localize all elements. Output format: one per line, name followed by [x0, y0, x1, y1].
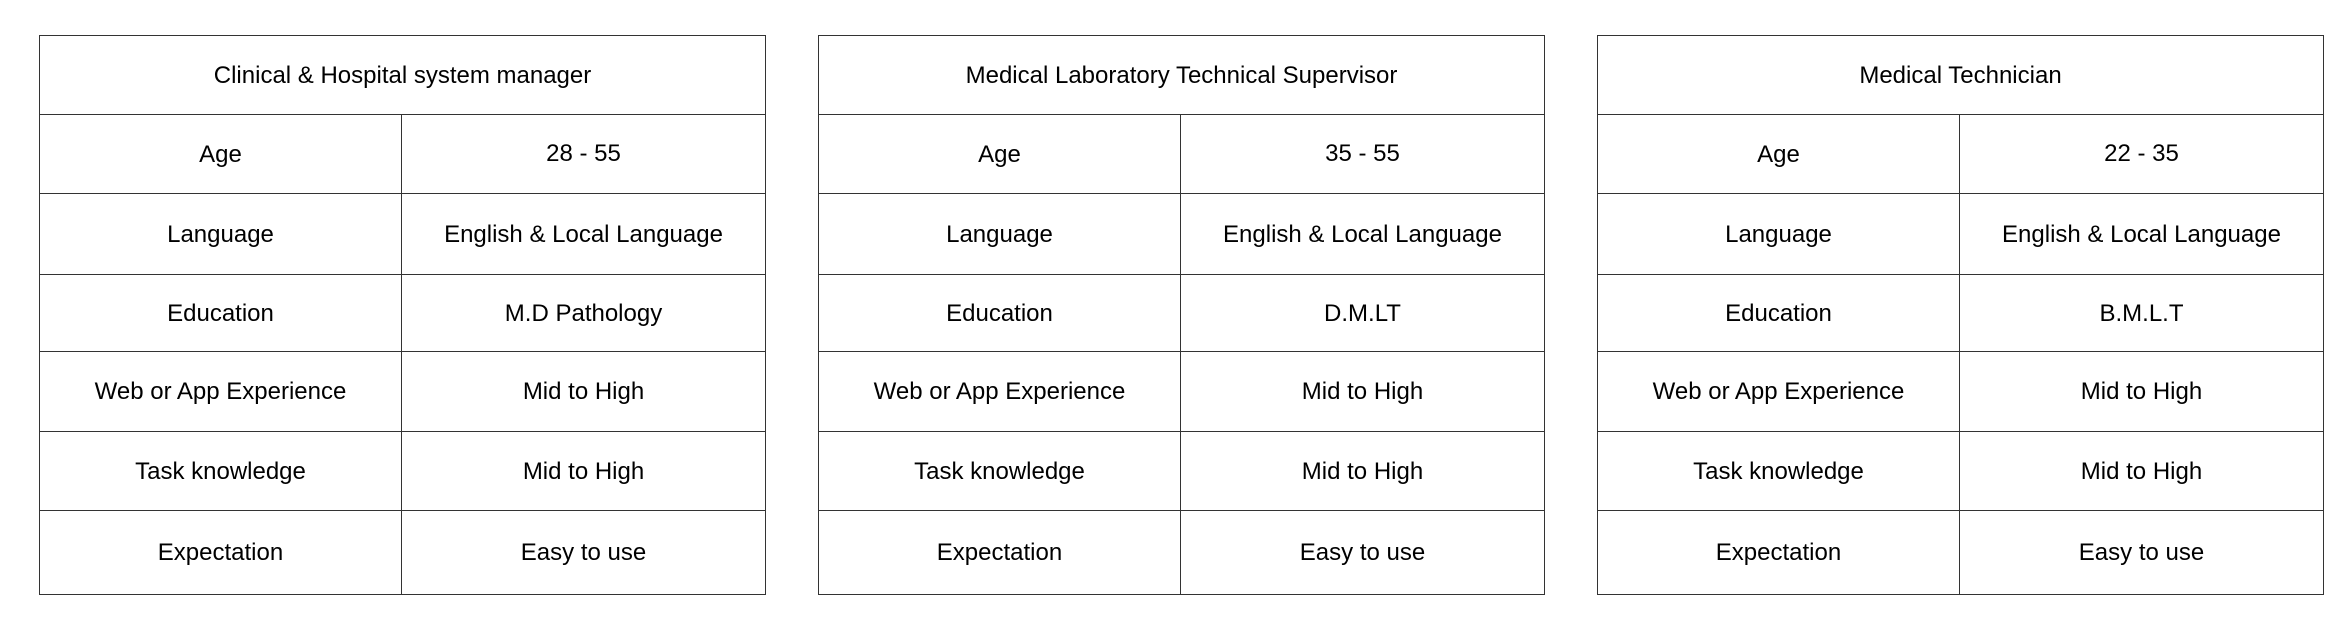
row-label-age: Age [818, 114, 1181, 194]
table-row: Language English & Local Language [818, 193, 1545, 275]
row-label-web-experience: Web or App Experience [39, 351, 402, 432]
table-row: Expectation Easy to use [818, 510, 1545, 595]
table-row: Language English & Local Language [1597, 193, 2324, 275]
persona-table-lab-technical-supervisor: Medical Laboratory Technical Supervisor … [818, 35, 1545, 595]
row-label-task-knowledge: Task knowledge [1597, 431, 1960, 511]
row-value-web-experience: Mid to High [1180, 351, 1545, 432]
row-value-expectation: Easy to use [1180, 510, 1545, 595]
row-value-language: English & Local Language [1959, 193, 2324, 275]
table-row: Age 35 - 55 [818, 114, 1545, 194]
row-value-age: 28 - 55 [400, 114, 767, 194]
table-header-row: Medical Laboratory Technical Supervisor [818, 35, 1545, 115]
table-row: Task knowledge Mid to High [818, 431, 1545, 511]
table-header-row: Clinical & Hospital system manager [38, 35, 767, 115]
table-row: Web or App Experience Mid to High [1597, 351, 2324, 432]
row-value-expectation: Easy to use [400, 510, 767, 595]
row-label-language: Language [818, 193, 1181, 275]
row-label-task-knowledge: Task knowledge [39, 431, 402, 511]
row-value-task-knowledge: Mid to High [400, 431, 767, 511]
row-label-web-experience: Web or App Experience [818, 351, 1181, 432]
row-value-task-knowledge: Mid to High [1180, 431, 1545, 511]
row-value-task-knowledge: Mid to High [1959, 431, 2324, 511]
row-label-expectation: Expectation [818, 510, 1181, 595]
row-value-web-experience: Mid to High [1959, 351, 2324, 432]
persona-table-hospital-system-manager: Clinical & Hospital system manager Age 2… [38, 35, 767, 595]
row-label-language: Language [39, 193, 402, 275]
row-value-language: English & Local Language [1180, 193, 1545, 275]
row-value-age: 22 - 35 [1959, 114, 2324, 194]
row-label-education: Education [1597, 274, 1960, 352]
table-row: Web or App Experience Mid to High [39, 351, 767, 432]
row-label-web-experience: Web or App Experience [1597, 351, 1960, 432]
table-row: Web or App Experience Mid to High [818, 351, 1545, 432]
row-label-task-knowledge: Task knowledge [818, 431, 1181, 511]
row-label-expectation: Expectation [1597, 510, 1960, 595]
row-value-age: 35 - 55 [1180, 114, 1545, 194]
row-value-web-experience: Mid to High [400, 351, 767, 432]
row-value-education: B.M.L.T [1959, 274, 2324, 352]
table-row: Education M.D Pathology [39, 274, 767, 352]
table-row: Expectation Easy to use [1597, 510, 2324, 595]
row-label-expectation: Expectation [39, 510, 402, 595]
table-row: Task knowledge Mid to High [1597, 431, 2324, 511]
table-row: Expectation Easy to use [39, 510, 767, 595]
table-row: Age 22 - 35 [1597, 114, 2324, 194]
persona-title: Medical Technician [1597, 35, 2324, 115]
row-value-education: D.M.LT [1180, 274, 1545, 352]
persona-table-medical-technician: Medical Technician Age 22 - 35 Language … [1597, 35, 2324, 595]
row-value-expectation: Easy to use [1959, 510, 2324, 595]
table-row: Education D.M.LT [818, 274, 1545, 352]
row-value-education: M.D Pathology [400, 274, 767, 352]
table-row: Task knowledge Mid to High [39, 431, 767, 511]
table-row: Age 28 - 55 [39, 114, 767, 194]
row-value-language: English & Local Language [400, 193, 767, 275]
persona-title: Clinical & Hospital system manager [38, 35, 767, 115]
table-row: Education B.M.L.T [1597, 274, 2324, 352]
row-label-education: Education [818, 274, 1181, 352]
persona-title: Medical Laboratory Technical Supervisor [818, 35, 1545, 115]
row-label-education: Education [39, 274, 402, 352]
row-label-language: Language [1597, 193, 1960, 275]
row-label-age: Age [39, 114, 402, 194]
table-header-row: Medical Technician [1597, 35, 2324, 115]
row-label-age: Age [1597, 114, 1960, 194]
table-row: Language English & Local Language [39, 193, 767, 275]
